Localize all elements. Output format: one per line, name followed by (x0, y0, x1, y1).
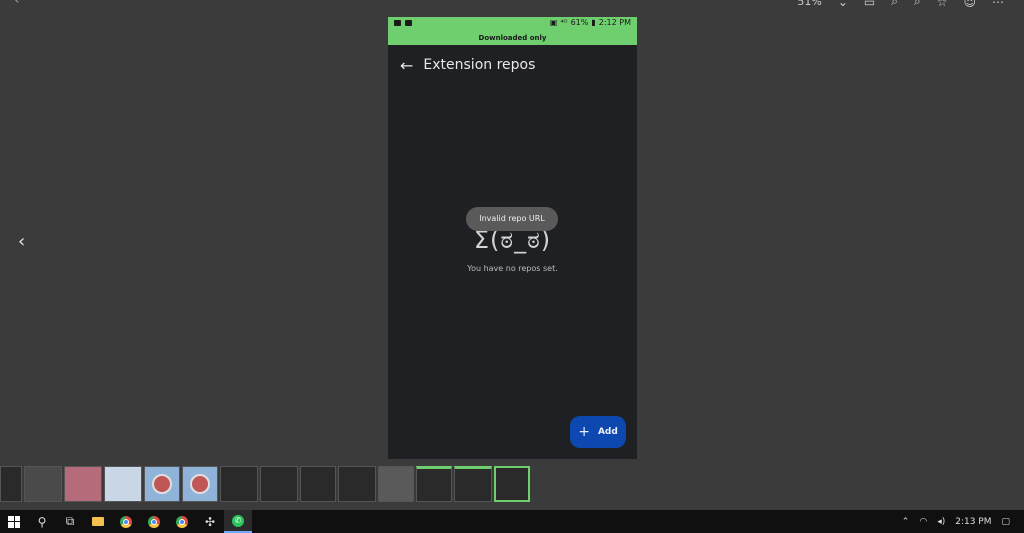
start-button[interactable] (0, 510, 28, 533)
thumbnail[interactable] (454, 466, 492, 502)
edit-icon[interactable]: ☺ (963, 0, 976, 9)
folder-icon (92, 517, 104, 526)
signal-icon: ⁴ᴳ (560, 18, 568, 27)
thumbnail[interactable] (378, 466, 414, 502)
favorite-icon[interactable]: ☆ (937, 0, 948, 9)
plus-icon: + (578, 424, 590, 440)
message-notification-icon (405, 20, 412, 26)
search-icon: ⚲ (37, 514, 47, 529)
wifi-icon[interactable]: ◠ (919, 517, 927, 527)
windows-icon (8, 515, 20, 528)
volume-icon[interactable]: ◂) (937, 517, 945, 527)
thumbnail[interactable] (220, 466, 258, 502)
status-indicators: ▣ ⁴ᴳ 61% ▮ 2:12 PM (550, 18, 631, 27)
chevron-left-icon: ‹ (18, 231, 26, 252)
chrome-button[interactable] (112, 510, 140, 533)
zoom-level[interactable]: 51% (797, 0, 821, 8)
thumbnail[interactable] (416, 466, 452, 502)
phone-screenshot: ▣ ⁴ᴳ 61% ▮ 2:12 PM Downloaded only ← Ext… (388, 17, 637, 459)
task-view-icon: ⧉ (65, 514, 75, 528)
app-icon (152, 474, 172, 494)
back-arrow-icon[interactable]: ← (400, 56, 413, 75)
previous-image-button[interactable]: ‹ (18, 232, 32, 252)
downloaded-only-banner: Downloaded only (478, 34, 547, 42)
thumbnail[interactable] (300, 466, 336, 502)
chrome-button[interactable] (168, 510, 196, 533)
chrome-icon (120, 515, 132, 528)
zoom-out-icon[interactable]: ⌕ (914, 0, 921, 9)
app-bar: ← Extension repos (388, 45, 637, 85)
whatsapp-icon: ✆ (232, 514, 244, 527)
empty-state-message: You have no repos set. (467, 264, 558, 273)
notification-icon[interactable]: ▢ (1001, 517, 1010, 527)
back-arrow-icon[interactable]: ‹ (14, 0, 20, 8)
thumbnail-selected[interactable] (494, 466, 530, 502)
thumbnail[interactable] (0, 466, 22, 502)
thumbnail[interactable] (104, 466, 142, 502)
viewer-tools: 51% ⌄ ▭ ⌕ ⌕ ☆ ☺ ⋯ (797, 0, 1004, 9)
chatgpt-icon: ✣ (204, 514, 216, 529)
clock[interactable]: 2:13 PM (955, 517, 991, 527)
thumbnail[interactable] (64, 466, 102, 502)
chrome-icon (148, 515, 160, 528)
more-icon[interactable]: ⋯ (992, 0, 1004, 9)
thumbnail[interactable] (260, 466, 298, 502)
chrome-button[interactable] (140, 510, 168, 533)
add-repo-button[interactable]: + Add (570, 416, 626, 448)
sync-icon: ▣ (549, 18, 558, 27)
chevron-down-icon[interactable]: ⌄ (838, 0, 848, 9)
app-icon (190, 474, 210, 494)
chatgpt-button[interactable]: ✣ (196, 510, 224, 533)
battery-percent: 61% (570, 18, 589, 27)
slideshow-icon[interactable]: ▭ (864, 0, 875, 9)
thumbnail[interactable] (338, 466, 376, 502)
page-title: Extension repos (423, 57, 536, 73)
thumbnail[interactable] (144, 466, 180, 502)
viewer-toolbar: ‹ 51% ⌄ ▭ ⌕ ⌕ ☆ ☺ ⋯ (0, 0, 1024, 10)
zoom-in-icon[interactable]: ⌕ (891, 0, 898, 9)
whatsapp-button[interactable]: ✆ (224, 510, 252, 533)
chevron-up-icon[interactable]: ⌃ (902, 517, 910, 527)
add-label: Add (597, 427, 618, 437)
notification-icons (394, 20, 412, 26)
chrome-icon (176, 515, 188, 528)
status-time: 2:12 PM (598, 18, 631, 27)
file-explorer-button[interactable] (84, 510, 112, 533)
toast-message: Invalid repo URL (466, 207, 558, 231)
task-view-button[interactable]: ⧉ (56, 510, 84, 533)
thumbnail-filmstrip (0, 466, 540, 502)
status-bar: ▣ ⁴ᴳ 61% ▮ 2:12 PM Downloaded only (388, 17, 637, 45)
image-notification-icon (394, 20, 401, 26)
search-button[interactable]: ⚲ (28, 510, 56, 533)
system-tray: ⌃ ◠ ◂) 2:13 PM ▢ (902, 510, 1024, 533)
thumbnail[interactable] (182, 466, 218, 502)
thumbnail[interactable] (24, 466, 62, 502)
taskbar: ⚲ ⧉ ✣ ✆ ⌃ ◠ ◂) 2:13 PM ▢ (0, 510, 1024, 533)
battery-icon: ▮ (591, 18, 596, 27)
